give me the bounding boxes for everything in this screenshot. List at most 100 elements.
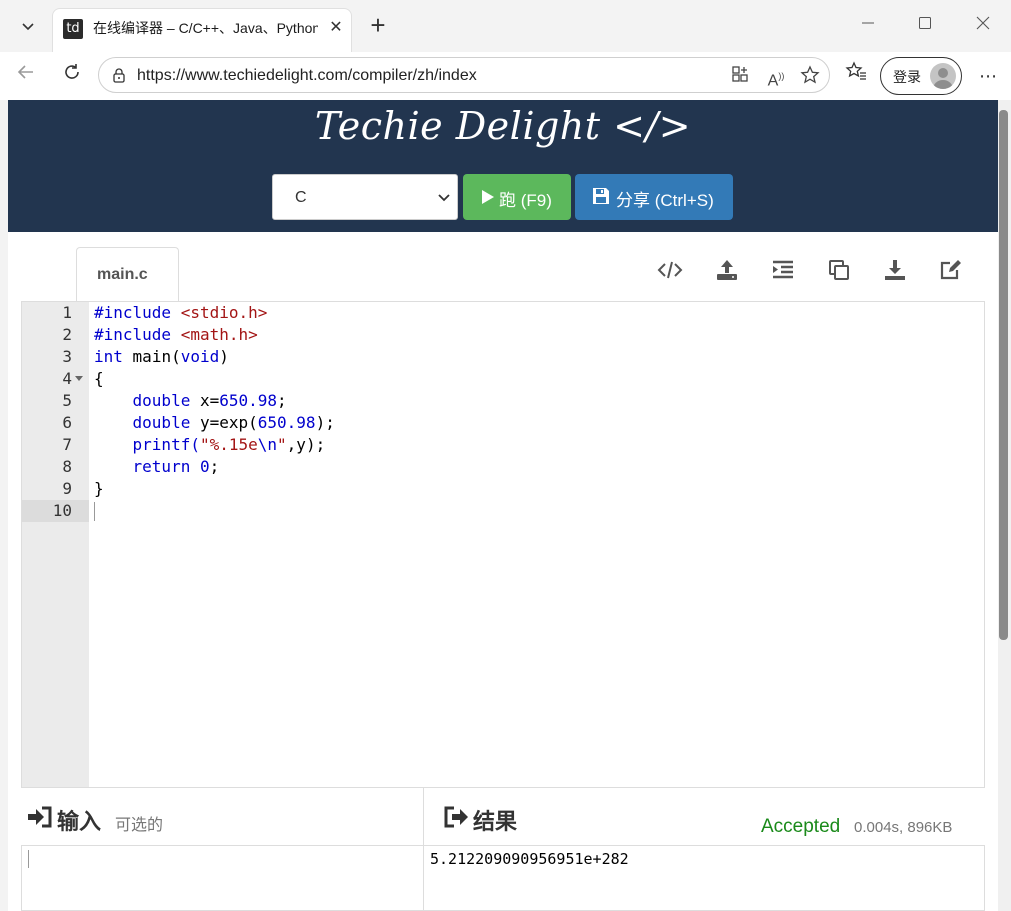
tab-actions-menu-button[interactable] [8, 10, 48, 42]
share-button[interactable]: 分享 (Ctrl+S) [575, 174, 733, 220]
file-tab-main[interactable]: main.c [76, 247, 179, 302]
code-token: " [277, 435, 287, 454]
line-number: 6 [62, 413, 72, 432]
reload-button[interactable] [56, 60, 88, 92]
output-box: 5.212209090956951e+282 [423, 845, 985, 911]
language-select[interactable]: C [272, 174, 458, 220]
tab-close-icon[interactable]: ✕ [325, 17, 347, 39]
result-title: 结果 [473, 809, 518, 834]
run-button-label: 跑 (F9) [499, 191, 552, 210]
line-number: 1 [62, 303, 72, 322]
code-editor[interactable]: 1 2 3 4 5 6 7 8 9 10 #include <stdio.h> … [21, 301, 985, 788]
program-output: 5.212209090956951e+282 [430, 850, 629, 868]
site-header: Techie Delight </> C 跑 (F9) 分享 (Ctrl+S) [8, 100, 998, 232]
minimize-window-button[interactable] [845, 10, 891, 42]
maximize-window-button[interactable] [902, 10, 948, 42]
arrow-left-icon [17, 65, 33, 79]
code-line[interactable]: #include <stdio.h> [94, 302, 267, 324]
scrollbar-thumb[interactable] [999, 110, 1008, 640]
new-tab-button[interactable]: + [364, 12, 392, 40]
line-number: 2 [62, 325, 72, 344]
line-number: 10 [52, 501, 72, 520]
code-token: ); [315, 413, 335, 432]
code-format-icon[interactable] [657, 258, 683, 282]
run-button[interactable]: 跑 (F9) [463, 174, 571, 220]
code-token: ) [219, 347, 229, 366]
favorites-icon [845, 61, 866, 80]
close-icon [976, 16, 990, 30]
address-bar[interactable]: https://www.techiedelight.com/compiler/z… [98, 57, 830, 93]
code-line[interactable]: double x=650.98; [94, 390, 287, 412]
favorite-star-icon[interactable] [799, 65, 821, 87]
file-tab-label: main.c [97, 266, 148, 283]
back-button[interactable] [10, 60, 42, 92]
execution-stats: 0.004s, 896KB [854, 819, 953, 836]
code-line[interactable]: printf("%.15e\n",y); [94, 434, 326, 456]
play-icon [482, 190, 494, 204]
line-number: 8 [62, 457, 72, 476]
code-line[interactable]: return 0; [94, 456, 220, 478]
code-token: 650.98 [219, 391, 278, 410]
code-token: <math.h> [180, 325, 258, 344]
input-optional-note: 可选的 [115, 817, 164, 834]
code-token: void [180, 347, 220, 366]
save-floppy-icon [593, 188, 609, 204]
browser-title-bar: td 在线编译器 – C/C++、Java、Python ✕ + [0, 0, 1011, 52]
code-token: ,y); [286, 435, 326, 454]
close-window-button[interactable] [960, 10, 1006, 42]
tab-title: 在线编译器 – C/C++、Java、Python [93, 20, 318, 36]
browser-toolbar: https://www.techiedelight.com/compiler/z… [0, 52, 1011, 100]
code-token: printf( [132, 435, 200, 454]
line-number-gutter: 1 2 3 4 5 6 7 8 9 10 [22, 302, 89, 787]
lock-icon[interactable] [111, 67, 127, 83]
reload-icon [65, 64, 79, 79]
profile-login-button[interactable]: 登录 [880, 57, 962, 95]
download-icon[interactable] [882, 258, 908, 282]
code-token: "%.15e [199, 435, 258, 454]
code-token: \n [257, 435, 278, 454]
code-token: x= [199, 391, 220, 410]
text-cursor [28, 850, 29, 868]
code-token: y=exp( [199, 413, 258, 432]
page-scrollbar[interactable] [998, 100, 1011, 911]
code-token: #include [94, 325, 172, 344]
io-panel: 输入 可选的 结果 Accepted 0.004s, 896KB 5.21220… [21, 788, 985, 911]
browser-tab-active[interactable]: td 在线编译器 – C/C++、Java、Python ✕ [52, 8, 352, 52]
code-token: <stdio.h> [180, 303, 268, 322]
code-token: ; [277, 391, 287, 410]
code-token: double [132, 391, 191, 410]
code-token: #include [94, 303, 172, 322]
code-token: main( [132, 347, 181, 366]
avatar-icon [930, 63, 956, 89]
edit-icon[interactable] [937, 258, 963, 282]
maximize-icon [919, 17, 931, 29]
stdin-input[interactable] [21, 845, 423, 911]
code-line[interactable]: } [94, 478, 104, 500]
share-button-label: 分享 (Ctrl+S) [616, 191, 714, 210]
chevron-down-icon [22, 23, 34, 31]
copy-icon[interactable] [826, 258, 852, 282]
code-line[interactable]: int main(void) [94, 346, 229, 368]
indent-icon[interactable] [770, 258, 796, 282]
status-badge: Accepted [761, 816, 841, 837]
code-line[interactable]: #include <math.h> [94, 324, 258, 346]
fold-caret-icon[interactable] [75, 376, 83, 382]
code-line[interactable]: { [94, 368, 104, 390]
login-label: 登录 [893, 69, 921, 85]
minimize-icon [862, 22, 874, 24]
read-aloud-icon[interactable]: A)) [765, 65, 787, 89]
code-token: ; [209, 457, 220, 476]
upload-icon[interactable] [714, 258, 740, 282]
code-token: double [132, 413, 191, 432]
site-logo-text[interactable]: Techie Delight </> [8, 104, 998, 148]
more-options-icon[interactable]: ⋯ [972, 60, 1004, 92]
code-token: 0 [199, 457, 210, 476]
web-page: Techie Delight </> C 跑 (F9) 分享 (Ctrl+S) … [8, 100, 998, 911]
favorites-button[interactable] [840, 60, 872, 92]
line-number: 4 [62, 369, 72, 388]
line-number: 5 [62, 391, 72, 410]
url-text[interactable]: https://www.techiedelight.com/compiler/z… [137, 66, 477, 86]
line-number: 3 [62, 347, 72, 366]
app-available-icon[interactable] [729, 65, 751, 87]
code-line[interactable]: double y=exp(650.98); [94, 412, 335, 434]
